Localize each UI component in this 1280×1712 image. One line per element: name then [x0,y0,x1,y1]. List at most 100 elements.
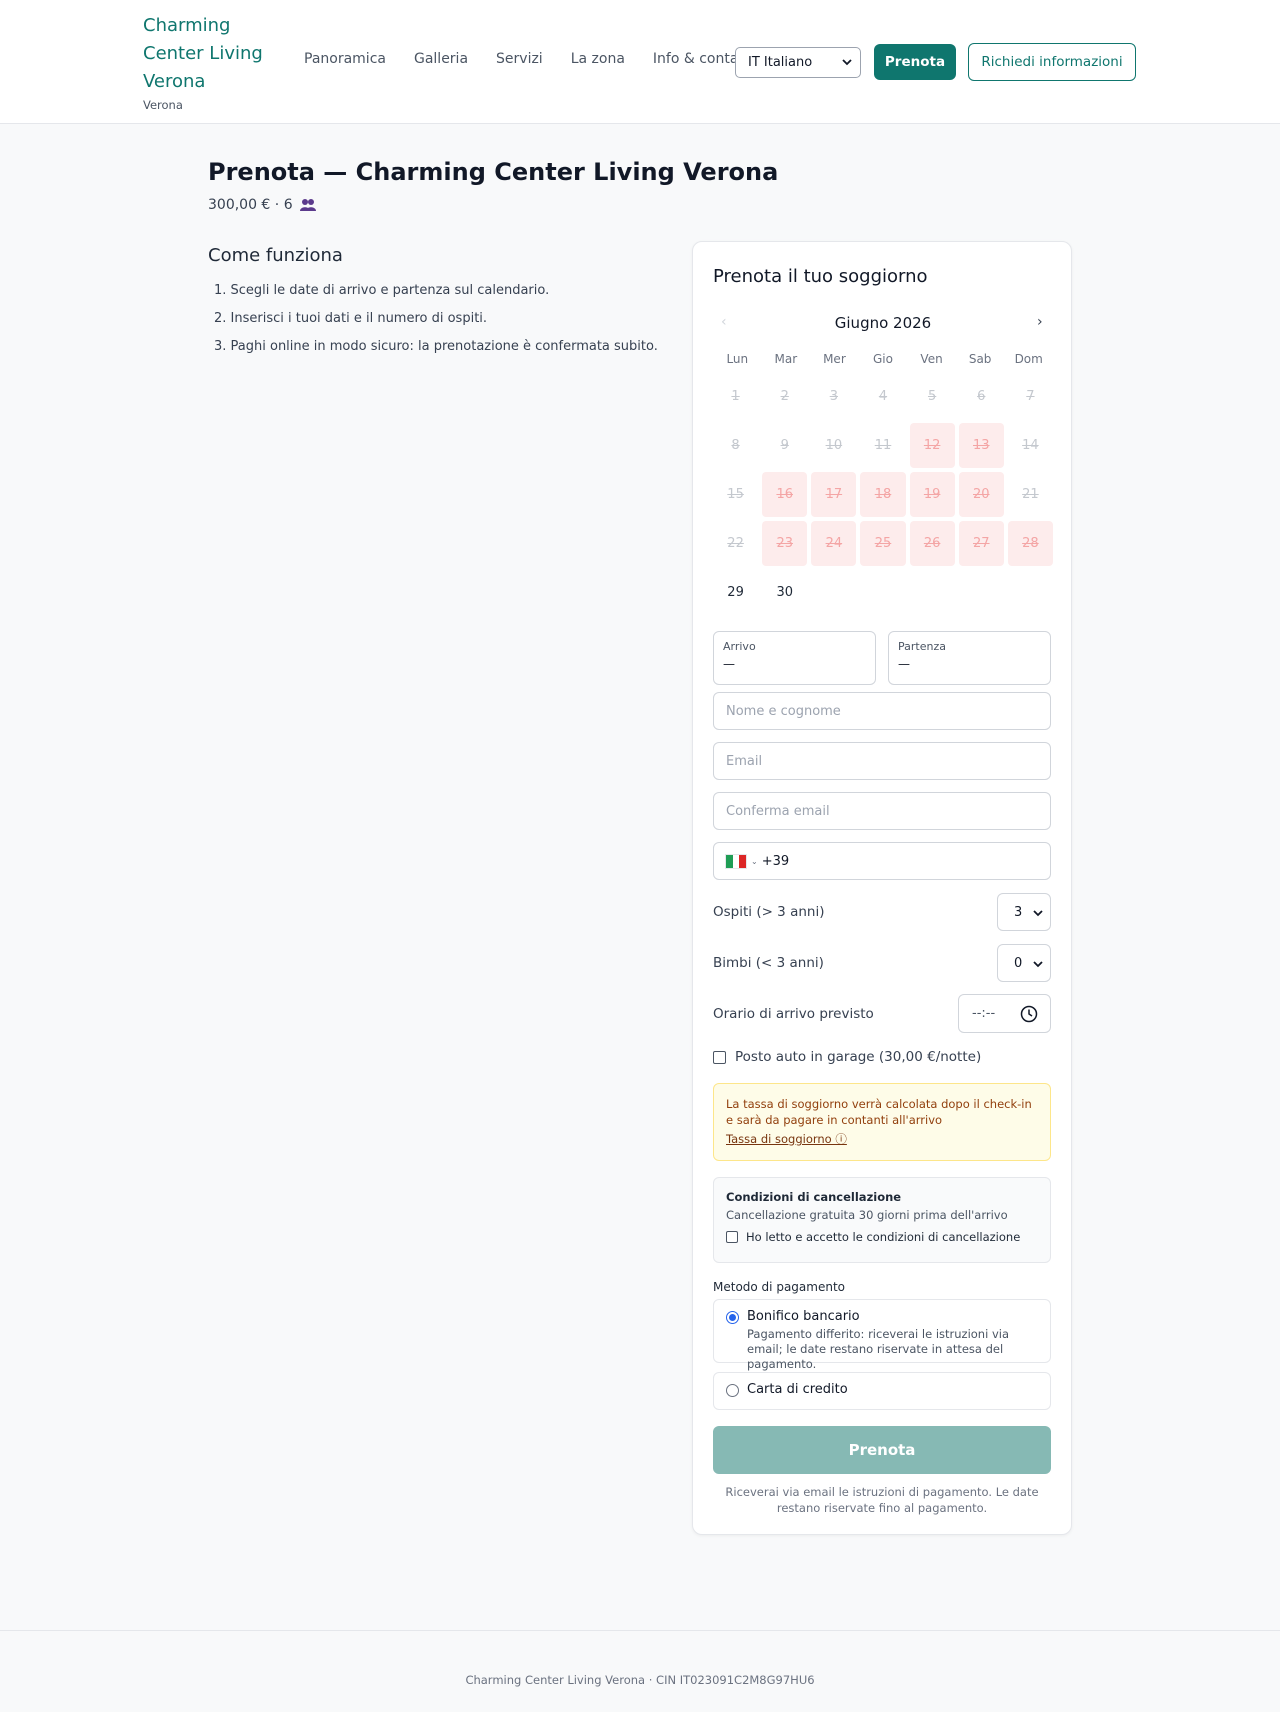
calendar-day: 5 [927,389,937,404]
parking-option[interactable]: Posto auto in garage (30,00 €/notte) [713,1049,981,1065]
calendar-day: 24 [811,521,857,566]
kids-label: Bimbi (< 3 anni) [713,955,824,971]
phone-input[interactable]: ⌄ +39 [713,842,1051,880]
nav-link-services[interactable]: Servizi [496,51,543,67]
step-item: 2. Inserisci i tuoi dati e il numero di … [214,311,488,326]
cancellation-accept-label: Ho letto e accetto le condizioni di canc… [746,1230,1021,1244]
tourist-tax-message: La tassa di soggiorno verrà calcolata do… [726,1097,1032,1127]
submit-booking-button[interactable]: Prenota [713,1426,1051,1474]
how-it-works-title: Come funziona [208,245,343,266]
bank-transfer-description: Pagamento differito: riceverai le istruz… [747,1327,1009,1371]
parking-label: Posto auto in garage (30,00 €/notte) [735,1049,982,1065]
email-input[interactable] [713,742,1051,780]
calendar-day: 25 [860,521,906,566]
calendar-day: 19 [909,472,955,517]
calendar-day: 6 [977,389,986,404]
nav-link-overview[interactable]: Panoramica [304,51,386,67]
calendar-day: 18 [860,472,906,517]
kids-select[interactable]: 0 [997,944,1051,982]
calendar-day: 2 [780,389,789,404]
how-it-works-steps: 1. Scegli le date di arrivo e partenza s… [208,281,658,365]
departure-label: Partenza [898,640,946,653]
weekday-label: Ven [920,352,943,366]
chevron-down-icon [842,59,852,66]
weekday-label: Lun [726,352,749,366]
language-select-value: IT Italiano [748,55,813,70]
payment-option-bank[interactable]: Bonifico bancario Pagamento differito: r… [713,1299,1051,1371]
name-input[interactable] [713,692,1051,730]
kids-select-value: 0 [1014,955,1023,971]
tourist-tax-notice: La tassa di soggiorno verrà calcolata do… [713,1083,1051,1161]
cancellation-description: Cancellazione gratuita 30 giorni prima d… [726,1208,1008,1222]
departure-value: — [898,657,910,671]
weekday-label: Dom [1014,352,1043,366]
calendar-day: 22 [727,536,744,551]
chevron-down-icon: ⌄ [751,856,758,866]
arrival-label: Arrivo [723,640,756,653]
calendar-day[interactable]: 30 [762,570,807,615]
guests-icon [299,199,316,211]
site-header: Charming Center Living Verona Verona Pan… [0,0,1280,124]
clock-icon[interactable] [1020,1005,1038,1023]
calendar-weekdays: Lun Mar Mer Gio Ven Sab Dom [713,352,1053,366]
footer-text: Charming Center Living Verona · CIN IT02… [465,1673,815,1687]
cancellation-accept-checkbox[interactable] [726,1231,738,1243]
confirm-email-input[interactable] [713,792,1051,830]
header-book-button[interactable]: Prenota [874,44,956,80]
weekday-label: Sab [968,352,992,366]
credit-card-title: Carta di credito [747,1382,848,1397]
calendar-day[interactable]: 29 [713,570,758,615]
calendar-day: 8 [731,438,740,453]
cancellation-policy: Condizioni di cancellazione Cancellazion… [713,1177,1051,1263]
bank-transfer-radio[interactable] [726,1311,739,1324]
main-nav: Panoramica Galleria Servizi La zona Info… [304,51,781,67]
weekday-label: Gio [873,352,893,366]
calendar-day: 23 [762,521,808,566]
calendar-day: 14 [1022,438,1039,453]
calendar-grid: 1 2 3 4 5 6 7 8 9 10 11 12 13 14 15 16 17 18 19 20 21 22 23 24 2… [713,372,1053,617]
calendar-day: 1 [731,389,740,404]
calendar-day: 12 [909,423,955,468]
calendar-prev-icon[interactable]: ‹ [721,314,727,330]
payment-footnote: Riceverai via email le istruzioni di pag… [725,1485,1039,1515]
departure-date-field[interactable]: Partenza — [888,631,1051,685]
guests-label: Ospiti (> 3 anni) [713,904,825,920]
request-info-button[interactable]: Richiedi informazioni [968,43,1136,81]
nav-link-area[interactable]: La zona [571,51,625,67]
italy-flag-icon[interactable] [725,853,747,869]
booking-card-title: Prenota il tuo soggiorno [713,266,928,287]
brand[interactable]: Charming Center Living Verona Verona [143,12,273,112]
weekday-label: Mar [774,352,798,366]
calendar-day: 10 [825,438,843,453]
calendar-next-icon[interactable]: › [1037,314,1043,330]
weekday-label: Mer [823,352,846,366]
calendar-day: 21 [1022,487,1039,502]
credit-card-radio[interactable] [726,1384,739,1397]
price-capacity: 300,00 € · 6 [208,197,293,213]
guests-select[interactable]: 3 [997,893,1051,931]
tourist-tax-link[interactable]: Tassa di soggiorno ⓘ [726,1131,847,1147]
booking-card: Prenota il tuo soggiorno Giugno 2026 ‹ ›… [692,241,1072,1535]
calendar-day: 11 [874,438,892,453]
step-item: 3. Paghi online in modo sicuro: la preno… [214,339,658,354]
arrival-value: — [723,657,735,671]
arrival-time-input[interactable]: --:-- [958,994,1051,1033]
calendar-day: 17 [811,472,857,517]
calendar-day: 27 [958,521,1004,566]
site-footer: Charming Center Living Verona · CIN IT02… [0,1630,1280,1712]
language-select[interactable]: IT Italiano [735,47,861,78]
calendar-day: 28 [1007,521,1053,566]
calendar-day: 20 [958,472,1004,517]
brand-name[interactable]: Charming Center Living Verona [143,12,273,96]
chevron-down-icon [1033,961,1043,968]
page-title: Prenota — Charming Center Living Verona [208,158,779,186]
step-item: 1. Scegli le date di arrivo e partenza s… [214,283,550,298]
nav-link-gallery[interactable]: Galleria [414,51,468,67]
cancellation-accept-row[interactable]: Ho letto e accetto le condizioni di canc… [726,1230,1038,1244]
parking-checkbox[interactable] [713,1050,726,1064]
arrival-date-field[interactable]: Arrivo — [713,631,876,685]
arrival-time-value: --:-- [972,1006,996,1021]
payment-option-card[interactable]: Carta di credito [713,1372,1051,1410]
payment-method-label: Metodo di pagamento [713,1280,845,1294]
calendar-day: 7 [1026,389,1035,404]
